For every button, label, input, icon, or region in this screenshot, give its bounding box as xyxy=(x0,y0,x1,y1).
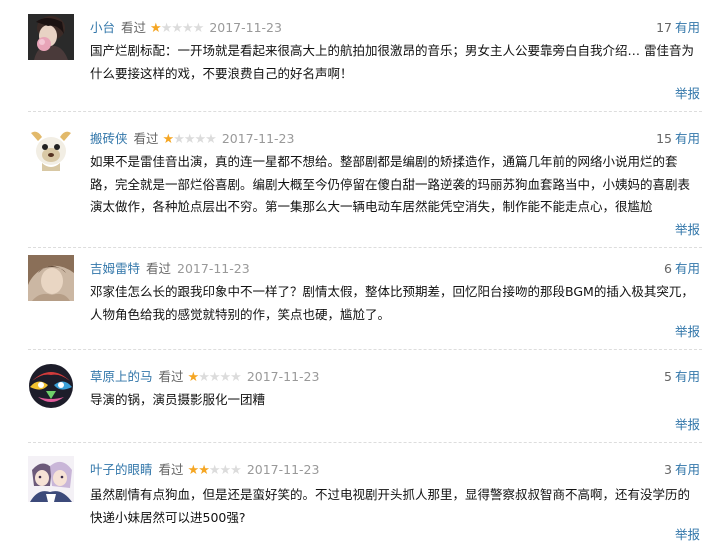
avatar[interactable] xyxy=(28,255,74,301)
girl-with-flower-avatar-icon xyxy=(28,14,74,60)
seen-label: 看过 xyxy=(121,20,147,35)
seen-label: 看过 xyxy=(158,462,184,477)
star-empty-icon: ★ xyxy=(160,21,173,36)
reviewer-name[interactable]: 搬砖侠 xyxy=(90,131,128,146)
review-meta: 草原上的马 看过 ★★★★★ 2017-11-23 xyxy=(90,366,319,385)
review-content: 导演的锅，演员摄影服化一团糟 xyxy=(90,392,266,407)
review-date: 2017-11-23 xyxy=(246,462,320,477)
rating-stars: ★★★★★ xyxy=(162,132,217,147)
rating-stars: ★★★★★ xyxy=(187,463,242,478)
review-date: 2017-11-23 xyxy=(221,131,295,146)
review-meta: 搬砖侠 看过 ★★★★★ 2017-11-23 xyxy=(90,128,294,147)
star-empty-icon: ★ xyxy=(173,132,185,147)
star-empty-icon: ★ xyxy=(198,370,210,385)
reviewer-name[interactable]: 吉姆雷特 xyxy=(90,261,140,276)
useful-vote: 15 有用 xyxy=(656,128,700,147)
useful-count: 17 xyxy=(656,20,672,35)
useful-button[interactable]: 有用 xyxy=(675,20,700,35)
anime-couple-avatar-icon xyxy=(28,456,74,502)
star-empty-icon: ★ xyxy=(183,132,196,147)
review-date: 2017-11-23 xyxy=(177,261,250,276)
report-link[interactable]: 举报 xyxy=(675,321,700,340)
avatar[interactable] xyxy=(28,456,74,502)
star-empty-icon: ★ xyxy=(230,370,242,385)
star-empty-icon: ★ xyxy=(171,21,183,36)
report-link[interactable]: 举报 xyxy=(675,219,700,238)
useful-button[interactable]: 有用 xyxy=(675,131,700,146)
star-empty-icon: ★ xyxy=(208,463,221,478)
star-filled-icon: ★ xyxy=(150,21,162,36)
useful-count: 3 xyxy=(664,462,672,477)
useful-count: 15 xyxy=(656,131,672,146)
review-meta: 小台 看过 ★★★★★ 2017-11-23 xyxy=(90,17,282,36)
review-meta: 叶子的眼睛 看过 ★★★★★ 2017-11-23 xyxy=(90,459,319,478)
cartoon-sheep-avatar-icon xyxy=(28,125,74,171)
divider xyxy=(28,349,702,350)
review-date: 2017-11-23 xyxy=(209,20,282,35)
reviewer-name[interactable]: 叶子的眼睛 xyxy=(90,462,153,477)
star-empty-icon: ★ xyxy=(208,370,221,385)
useful-vote: 5 有用 xyxy=(664,366,700,385)
star-empty-icon: ★ xyxy=(219,370,232,385)
review-content: 国产烂剧标配：一开场就是看起来很高大上的航拍加很激昂的音乐；男女主人公要靠旁白自… xyxy=(90,43,694,81)
star-empty-icon: ★ xyxy=(194,132,207,147)
useful-vote: 3 有用 xyxy=(664,459,700,478)
star-filled-icon: ★ xyxy=(187,370,200,385)
divider xyxy=(28,247,702,248)
seen-label: 看过 xyxy=(133,131,159,146)
report-link[interactable]: 举报 xyxy=(675,414,700,433)
avatar[interactable] xyxy=(28,363,74,409)
avatar[interactable] xyxy=(28,14,74,60)
star-filled-icon: ★ xyxy=(187,463,200,478)
review-date: 2017-11-23 xyxy=(246,369,320,384)
star-empty-icon: ★ xyxy=(205,132,217,147)
review-content: 如果不是雷佳音出演，真的连一星都不想给。整部剧都是编剧的矫揉造作，通篇几年前的网… xyxy=(90,154,691,214)
seen-label: 看过 xyxy=(146,261,172,276)
divider xyxy=(28,442,702,443)
star-empty-icon: ★ xyxy=(182,21,194,36)
star-empty-icon: ★ xyxy=(230,463,242,478)
useful-button[interactable]: 有用 xyxy=(675,462,700,477)
star-empty-icon: ★ xyxy=(192,21,205,36)
review-content: 虽然剧情有点狗血，但是还是蛮好笑的。不过电视剧开头抓人那里，显得警察叔叔智商不高… xyxy=(90,487,691,525)
useful-vote: 6 有用 xyxy=(664,258,700,277)
reviewer-name[interactable]: 草原上的马 xyxy=(90,369,153,384)
rating-stars: ★★★★★ xyxy=(187,370,242,385)
seen-label: 看过 xyxy=(158,369,184,384)
divider xyxy=(28,111,702,112)
avatar[interactable] xyxy=(28,125,74,171)
report-link[interactable]: 举报 xyxy=(675,83,700,102)
useful-count: 5 xyxy=(664,369,672,384)
report-link[interactable]: 举报 xyxy=(675,524,700,543)
portrait-photo-avatar-icon xyxy=(28,255,74,301)
star-filled-icon: ★ xyxy=(198,463,210,478)
rating-stars: ★★★★★ xyxy=(150,21,205,36)
star-empty-icon: ★ xyxy=(219,463,232,478)
star-filled-icon: ★ xyxy=(162,132,175,147)
reviewer-name[interactable]: 小台 xyxy=(90,20,115,35)
useful-button[interactable]: 有用 xyxy=(675,261,700,276)
review-meta: 吉姆雷特 看过 2017-11-23 xyxy=(90,258,250,277)
useful-vote: 17 有用 xyxy=(656,17,700,36)
useful-count: 6 xyxy=(664,261,672,276)
colorful-mask-avatar-icon xyxy=(28,363,74,409)
review-content: 邓家佳怎么长的跟我印象中不一样了？剧情太假，整体比预期差，回忆阳台接吻的那段BG… xyxy=(90,284,694,322)
useful-button[interactable]: 有用 xyxy=(675,369,700,384)
